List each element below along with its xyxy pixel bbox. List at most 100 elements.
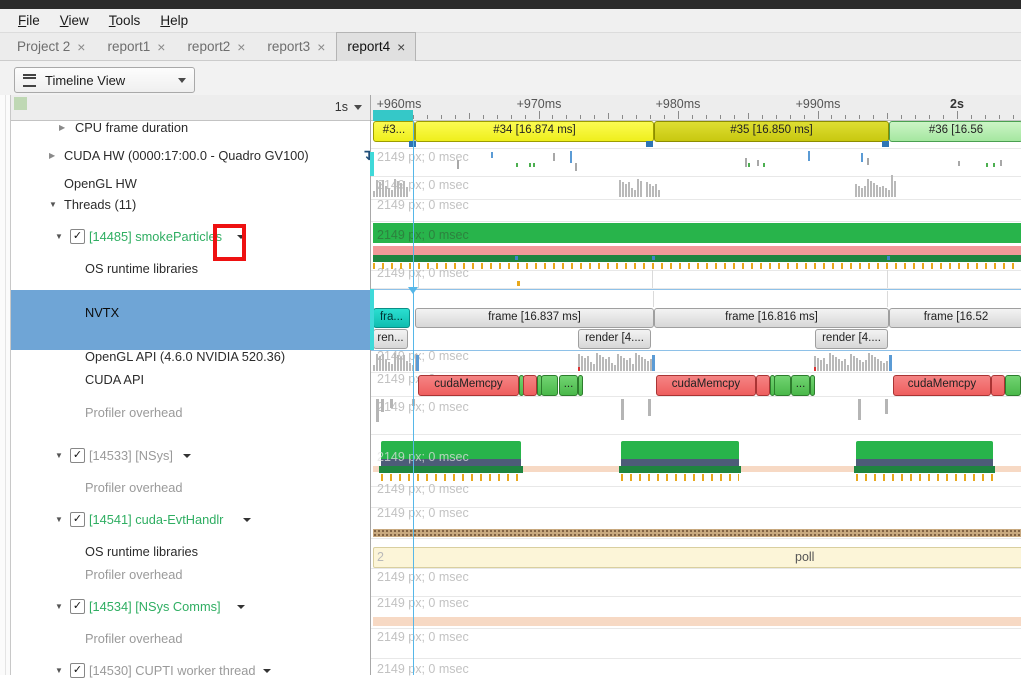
tree-row-label: [14541] cuda-EvtHandlr (89, 512, 223, 527)
pane-divider[interactable] (370, 95, 371, 675)
tab-report3[interactable]: report3× (256, 32, 336, 62)
tree-row-profiler-overhead[interactable]: Profiler overhead (11, 403, 370, 423)
row-checkbox[interactable]: ✓ (70, 599, 85, 614)
event-bar[interactable]: ren... (373, 329, 408, 349)
tree-row-cpu-frame-duration[interactable]: ▶CPU frame duration (11, 118, 370, 138)
tree-row-cuda-hw-0000-17-00-0-quadro-gv100-[interactable]: ▶CUDA HW (0000:17:00.0 - Quadro GV100)↴ (11, 146, 370, 166)
event-bar[interactable]: frame [16.816 ms] (654, 308, 889, 328)
overhead-tick (648, 399, 651, 416)
row-checkbox[interactable]: ✓ (70, 663, 85, 678)
row-options-caret-icon[interactable] (237, 605, 245, 609)
row-separator (371, 628, 1021, 629)
annotation-red-box (213, 224, 246, 261)
timeline-scale-dropdown[interactable]: 1s (335, 100, 362, 114)
nsys-activity-block[interactable] (856, 441, 993, 459)
cuda-hw-tick (986, 163, 988, 167)
event-bar[interactable]: cudaMemcpy (418, 375, 519, 396)
event-bar[interactable]: #35 [16.850 ms] (654, 121, 889, 142)
tree-row--14533-nsys-[interactable]: ▼✓[14533] [NSys] (11, 446, 370, 466)
tab-report4[interactable]: report4× (336, 32, 416, 62)
row-measure-label: 2149 px; 0 msec (377, 450, 469, 464)
menu-item-tools[interactable]: Tools (99, 11, 151, 30)
collapse-arrow-icon[interactable]: ▼ (55, 602, 63, 611)
tree-row-os-runtime-libraries[interactable]: OS runtime libraries (11, 542, 370, 562)
event-bar-small[interactable] (756, 375, 770, 396)
event-bar[interactable]: render [4.... (815, 329, 888, 349)
close-icon[interactable]: × (317, 41, 325, 53)
timeline-ruler[interactable]: +960ms+970ms+980ms+990ms2s (371, 95, 1021, 121)
blue-tick (889, 355, 892, 371)
close-icon[interactable]: × (77, 41, 85, 53)
close-icon[interactable]: × (237, 41, 245, 53)
tab-project-2[interactable]: Project 2× (6, 32, 96, 62)
row-options-caret-icon[interactable] (243, 518, 251, 522)
expand-arrow-icon[interactable]: ▶ (59, 123, 65, 132)
tree-row-os-runtime-libraries[interactable]: OS runtime libraries (11, 259, 370, 279)
tree-row--14534-nsys-comms-[interactable]: ▼✓[14534] [NSys Comms] (11, 597, 370, 617)
collapse-arrow-icon[interactable]: ▼ (55, 451, 63, 460)
row-measure-label: 2149 px; 0 msec (377, 506, 469, 520)
row-options-caret-icon[interactable] (263, 669, 271, 673)
collapse-arrow-icon[interactable]: ▼ (49, 200, 57, 209)
event-bar[interactable]: ... (559, 375, 578, 396)
histogram-bar (883, 363, 885, 371)
expand-arrow-icon[interactable]: ▶ (49, 151, 55, 160)
row-separator (371, 176, 1021, 177)
event-bar-small[interactable] (523, 375, 537, 396)
ruler-tick (427, 115, 428, 119)
view-selector-dropdown[interactable]: Timeline View (14, 67, 195, 93)
nsys-activity-block[interactable] (621, 441, 739, 459)
event-bar-small[interactable] (810, 375, 815, 396)
tree-row-label: Threads (11) (64, 197, 136, 212)
event-bar[interactable]: cudaMemcpy (656, 375, 756, 396)
row-options-caret-icon[interactable] (183, 454, 191, 458)
event-bar[interactable]: frame [16.52 (889, 308, 1021, 328)
timeline-cursor-line (413, 121, 414, 675)
tree-row-nvtx[interactable]: NVTX (11, 303, 370, 323)
event-bar[interactable]: #34 [16.874 ms] (415, 121, 654, 142)
tree-row-cuda-api[interactable]: CUDA API (11, 370, 370, 390)
menu-item-view[interactable]: View (50, 11, 99, 30)
tree-row-profiler-overhead[interactable]: Profiler overhead (11, 629, 370, 649)
event-bar[interactable]: #3... (373, 121, 415, 142)
row-checkbox[interactable]: ✓ (70, 448, 85, 463)
event-bar[interactable]: fra... (373, 308, 410, 328)
event-bar[interactable]: #36 [16.56 (889, 121, 1021, 142)
menu-item-file[interactable]: File (8, 11, 50, 30)
tree-row-profiler-overhead[interactable]: Profiler overhead (11, 478, 370, 498)
collapse-arrow-icon[interactable]: ▼ (55, 232, 63, 241)
event-bar-small[interactable] (1005, 375, 1021, 396)
tab-report2[interactable]: report2× (176, 32, 256, 62)
cuda-hw-tick (745, 158, 747, 167)
thread-blue-dot (652, 256, 655, 260)
timeline-cursor-handle[interactable] (408, 287, 418, 294)
event-bar-small[interactable] (774, 375, 791, 396)
tree-row-opengl-hw[interactable]: OpenGL HW (11, 174, 370, 194)
cuda-hw-tick (748, 163, 750, 167)
event-bar[interactable]: cudaMemcpy (893, 375, 991, 396)
tab-report1[interactable]: report1× (96, 32, 176, 62)
event-bar-small[interactable] (578, 375, 583, 396)
histogram-bar (388, 362, 390, 371)
event-bar-small[interactable] (541, 375, 558, 396)
event-bar[interactable]: frame [16.837 ms] (415, 308, 654, 328)
tree-row-opengl-api-4-6-0-nvidia-520-36-[interactable]: OpenGL API (4.6.0 NVIDIA 520.36) (11, 347, 370, 367)
event-bar-small[interactable] (991, 375, 1005, 396)
row-checkbox[interactable]: ✓ (70, 229, 85, 244)
tree-row-profiler-overhead[interactable]: Profiler overhead (11, 565, 370, 585)
event-bar[interactable]: render [4.... (578, 329, 651, 349)
collapse-arrow-icon[interactable]: ▼ (55, 666, 63, 675)
histogram-bar (397, 355, 399, 371)
tree-row-threads-11-[interactable]: ▼ Threads (11) (11, 195, 370, 215)
tree-row--14541-cuda-evthandlr[interactable]: ▼ ✓ [14541] cuda-EvtHandlr (11, 510, 370, 530)
close-icon[interactable]: × (157, 41, 165, 53)
event-bar-small[interactable] (373, 547, 1021, 568)
menu-item-help[interactable]: Help (150, 11, 198, 30)
row-checkbox[interactable]: ✓ (70, 512, 85, 527)
close-icon[interactable]: × (397, 41, 405, 53)
collapse-arrow-icon[interactable]: ▼ (55, 515, 63, 524)
tree-row--14530-cupti-worker-thread[interactable]: ▼✓[14530] CUPTI worker thread (11, 661, 370, 681)
left-scroll-gutter[interactable] (0, 95, 11, 675)
tree-row--14485-smokeparticles[interactable]: ▼✓[14485] smokeParticles (11, 227, 370, 247)
event-bar[interactable]: ... (791, 375, 810, 396)
